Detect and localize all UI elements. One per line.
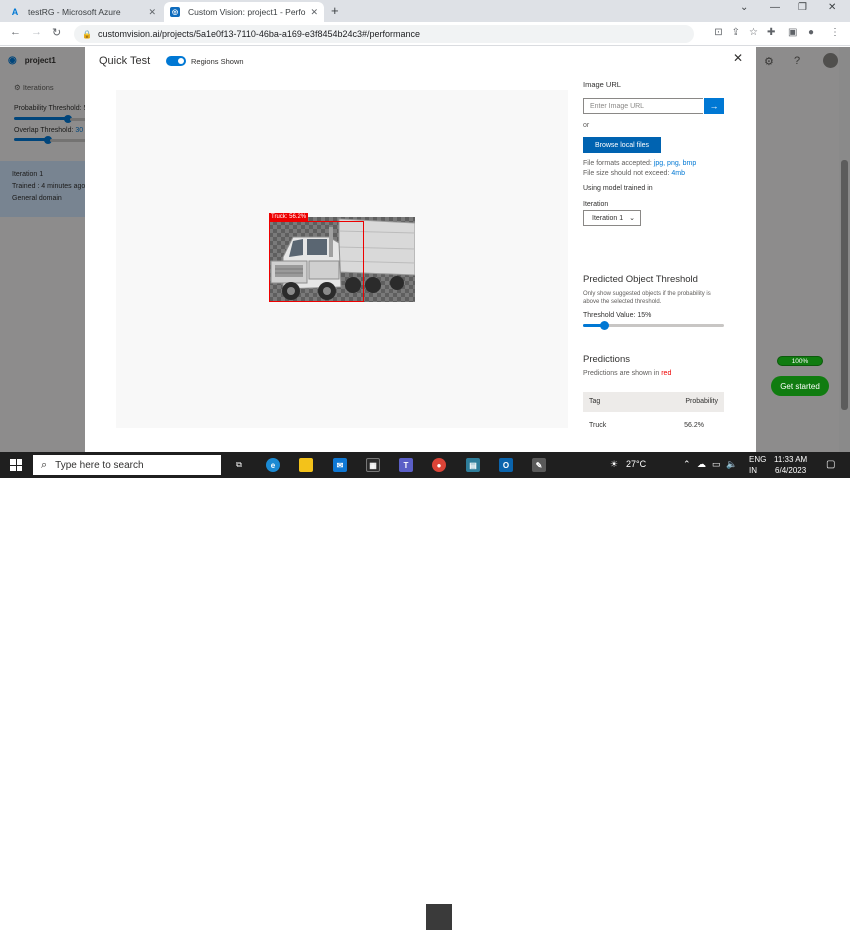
search-icon: ⌕ <box>41 458 48 471</box>
restore-icon[interactable]: ❐ <box>798 2 807 13</box>
notepad-icon[interactable]: ▤ <box>466 458 480 472</box>
search-placeholder: Type here to search <box>55 459 144 471</box>
url-text[interactable]: customvision.ai/projects/5a1e0f13-7110-4… <box>98 29 420 39</box>
tab-title: Custom Vision: project1 - Perfor <box>188 7 307 17</box>
threshold-slider-knob[interactable] <box>600 321 609 330</box>
threshold-section-title: Predicted Object Threshold <box>583 274 698 285</box>
or-label: or <box>583 122 590 129</box>
chevron-down-icon: ⌄ <box>629 215 636 222</box>
browse-local-files-button[interactable]: Browse local files <box>583 137 661 153</box>
row-probability: 56.2% <box>684 422 704 429</box>
teams-icon[interactable]: T <box>399 458 413 472</box>
predictions-title: Predictions <box>583 354 630 365</box>
notifications-icon[interactable]: ▢ <box>826 459 835 470</box>
share-icon[interactable]: ⇪ <box>732 27 740 38</box>
date: 6/4/2023 <box>775 466 807 475</box>
image-url-label: Image URL <box>583 80 621 89</box>
edge-icon[interactable]: e <box>266 458 280 472</box>
omnibox[interactable]: 🔒 customvision.ai/projects/5a1e0f13-7110… <box>74 25 758 43</box>
file-size-text: File size should not exceed: 4mb <box>583 170 685 177</box>
iteration-dropdown[interactable]: Iteration 1 ⌄ <box>583 210 641 226</box>
quick-test-modal: Quick Test Regions Shown ✕ Truck: 56.2% … <box>85 47 756 452</box>
azure-icon: A <box>11 7 19 17</box>
using-model-label: Using model trained in <box>583 185 653 192</box>
speaker-icon[interactable]: 🔈 <box>726 459 737 470</box>
regions-shown-label: Regions Shown <box>191 57 244 66</box>
scrollbar-thumb[interactable] <box>841 160 848 410</box>
outlook-icon[interactable]: O <box>499 458 513 472</box>
extensions-icon[interactable]: ✚ <box>767 27 775 38</box>
quick-test-side-panel: Image URL Enter Image URL → or Browse lo… <box>583 47 743 452</box>
back-icon[interactable]: ← <box>10 26 21 38</box>
chrome-active-slot <box>426 904 452 930</box>
file-formats-text: File formats accepted: jpg, png, bmp <box>583 160 697 167</box>
taskbar-search[interactable]: ⌕ Type here to search <box>33 455 221 475</box>
tab-search-icon[interactable]: ⌄ <box>740 2 748 13</box>
tab-title: testRG - Microsoft Azure <box>28 7 121 17</box>
image-url-input[interactable]: Enter Image URL <box>583 98 703 114</box>
progress-pill: 100% <box>777 356 823 366</box>
browser-tab-bar: A testRG - Microsoft Azure ✕ ◎ Custom Vi… <box>0 0 850 22</box>
minimize-icon[interactable]: — <box>770 2 780 13</box>
regions-shown-toggle[interactable] <box>166 56 186 66</box>
submit-url-button[interactable]: → <box>704 98 724 114</box>
profile-icon[interactable]: ● <box>808 27 814 38</box>
reload-icon[interactable]: ↻ <box>52 26 61 39</box>
language-indicator[interactable]: ENG IN <box>749 454 766 476</box>
chrome-icon[interactable]: ● <box>432 458 446 472</box>
modal-title: Quick Test <box>99 55 151 67</box>
custom-vision-icon: ◎ <box>170 7 180 17</box>
iteration-selected: Iteration 1 <box>592 214 624 222</box>
row-tag: Truck <box>589 422 607 429</box>
mail-icon[interactable]: ✉ <box>333 458 347 472</box>
time: 11:33 AM <box>774 455 808 464</box>
forward-icon[interactable]: → <box>31 26 42 38</box>
get-started-button[interactable]: Get started <box>771 376 829 396</box>
tab-azure[interactable]: A testRG - Microsoft Azure ✕ <box>4 2 162 22</box>
weather-temp[interactable]: 27°C <box>626 459 646 469</box>
task-view-icon[interactable]: ⧉ <box>232 458 246 472</box>
predictions-table-header: Tag Probability <box>583 392 724 412</box>
arrow-right-icon: → <box>709 101 719 111</box>
address-bar: ← → ↻ 🔒 customvision.ai/projects/5a1e0f1… <box>0 22 850 46</box>
iteration-label: Iteration <box>583 201 609 208</box>
tray-expand-icon[interactable]: ⌃ <box>683 459 691 470</box>
new-tab-button[interactable]: + <box>331 3 339 18</box>
battery-icon[interactable]: ▭ <box>712 459 721 470</box>
weather-icon[interactable]: ☀ <box>610 459 618 470</box>
table-row: Truck 56.2% <box>583 416 724 434</box>
image-preview-area: Truck: 56.2% <box>116 90 568 428</box>
file-explorer-icon[interactable] <box>299 458 313 472</box>
bookmark-star-icon[interactable]: ☆ <box>749 27 758 38</box>
col-header-tag: Tag <box>589 398 601 405</box>
windows-taskbar: ⌕ Type here to search ⧉ e ✉ ▦ T ● ▤ O ✎ … <box>0 452 850 930</box>
prediction-box-label: Truck: 56.2% <box>269 213 309 221</box>
close-window-icon[interactable]: ✕ <box>828 2 836 13</box>
paint-icon[interactable]: ✎ <box>532 458 546 472</box>
clock[interactable]: 11:33 AM 6/4/2023 <box>774 454 807 476</box>
prediction-bounding-box <box>269 221 364 302</box>
close-tab-icon[interactable]: ✕ <box>310 7 318 18</box>
close-tab-icon[interactable]: ✕ <box>148 7 156 18</box>
side-panel-icon[interactable]: ▣ <box>788 27 797 38</box>
col-header-probability: Probability <box>685 398 718 405</box>
predictions-note: Predictions are shown in red <box>583 370 672 377</box>
threshold-value-label: Threshold Value: 15% <box>583 312 652 319</box>
lock-icon: 🔒 <box>82 29 92 39</box>
google-lens-icon[interactable]: ⊡ <box>714 27 722 38</box>
threshold-description: Only show suggested objects if the proba… <box>583 291 711 305</box>
tab-custom-vision[interactable]: ◎ Custom Vision: project1 - Perfor ✕ <box>164 2 324 22</box>
windows-start-icon[interactable] <box>10 459 22 471</box>
store-icon[interactable]: ▦ <box>366 458 380 472</box>
menu-kebab-icon[interactable]: ⋮ <box>830 27 840 38</box>
cloud-icon[interactable]: ☁ <box>697 459 706 470</box>
